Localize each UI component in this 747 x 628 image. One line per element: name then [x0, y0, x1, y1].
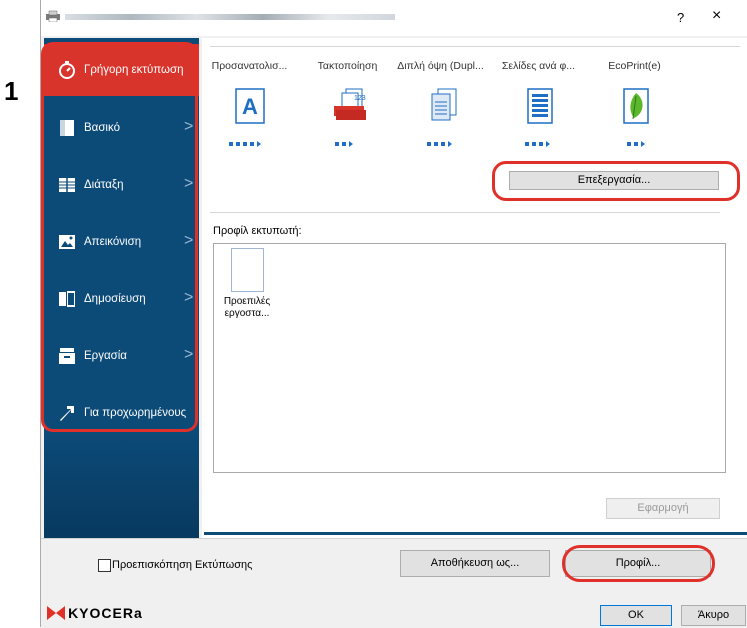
divider	[210, 212, 720, 213]
save-as-button[interactable]: Αποθήκευση ως...	[400, 550, 550, 577]
pages-per-sheet-icon[interactable]	[524, 88, 556, 124]
close-button[interactable]: ×	[712, 7, 721, 25]
cancel-button[interactable]: Άκυρο	[681, 605, 746, 626]
feature-indicator	[627, 141, 645, 148]
title-bar: ? ×	[41, 0, 747, 36]
profile-list[interactable]: Προεπιλές εργοστα...	[213, 243, 726, 473]
highlight-ring-sidebar	[41, 42, 198, 432]
feature-label: Τακτοποίηση	[317, 60, 378, 72]
highlight-ring-edit	[492, 161, 740, 201]
print-preferences-window: ? × Γρήγορη εκτύπωση Βασικό > Διάταξη > …	[40, 0, 747, 628]
apply-button[interactable]: Εφαρμογή	[606, 498, 720, 519]
collate-icon[interactable]: 123	[332, 88, 368, 124]
divider	[210, 46, 740, 47]
help-button[interactable]: ?	[677, 10, 684, 25]
feature-label: Διπλή όψη (Dupl...	[397, 60, 484, 72]
ok-button[interactable]: OK	[600, 605, 672, 626]
printer-icon	[46, 10, 60, 22]
annotation-1: 1	[4, 76, 19, 106]
feature-label: EcoPrint(e)	[608, 60, 661, 72]
svg-text:A: A	[242, 94, 258, 119]
footer: Προεπισκόπηση Εκτύπωσης Αποθήκευση ως...…	[41, 538, 747, 628]
svg-text:123: 123	[354, 95, 366, 102]
profile-item-label-line1: Προεπιλές	[223, 296, 271, 307]
feature-indicator	[525, 141, 550, 148]
duplex-icon[interactable]	[428, 88, 460, 124]
feature-indicator	[229, 141, 261, 148]
profile-page-icon[interactable]	[231, 248, 264, 292]
feature-indicator	[335, 141, 353, 148]
profile-heading: Προφίλ εκτυπωτή:	[213, 225, 302, 237]
profile-item-label-line2: εργοστα...	[224, 308, 270, 319]
preview-checkbox-label[interactable]: Προεπισκόπηση Εκτύπωσης	[112, 559, 252, 571]
brand-text: KYOCERa	[68, 605, 143, 621]
orientation-icon[interactable]: A	[234, 88, 266, 124]
kyocera-logo-icon	[47, 606, 65, 620]
kyocera-logo: KYOCERa	[47, 605, 143, 621]
preview-checkbox[interactable]	[98, 559, 111, 572]
ecoprint-icon[interactable]	[620, 88, 652, 124]
feature-label: Σελίδες ανά φ...	[501, 60, 576, 72]
sidebar-footer	[44, 433, 199, 538]
feature-label: Προσανατολισ...	[211, 60, 288, 72]
profile-item-label[interactable]: Προεπιλές εργοστα...	[216, 296, 278, 320]
highlight-ring-profile	[562, 545, 715, 582]
panel-bottom-bar	[204, 532, 747, 535]
window-title-blurred	[65, 14, 395, 20]
feature-indicator	[427, 141, 452, 148]
